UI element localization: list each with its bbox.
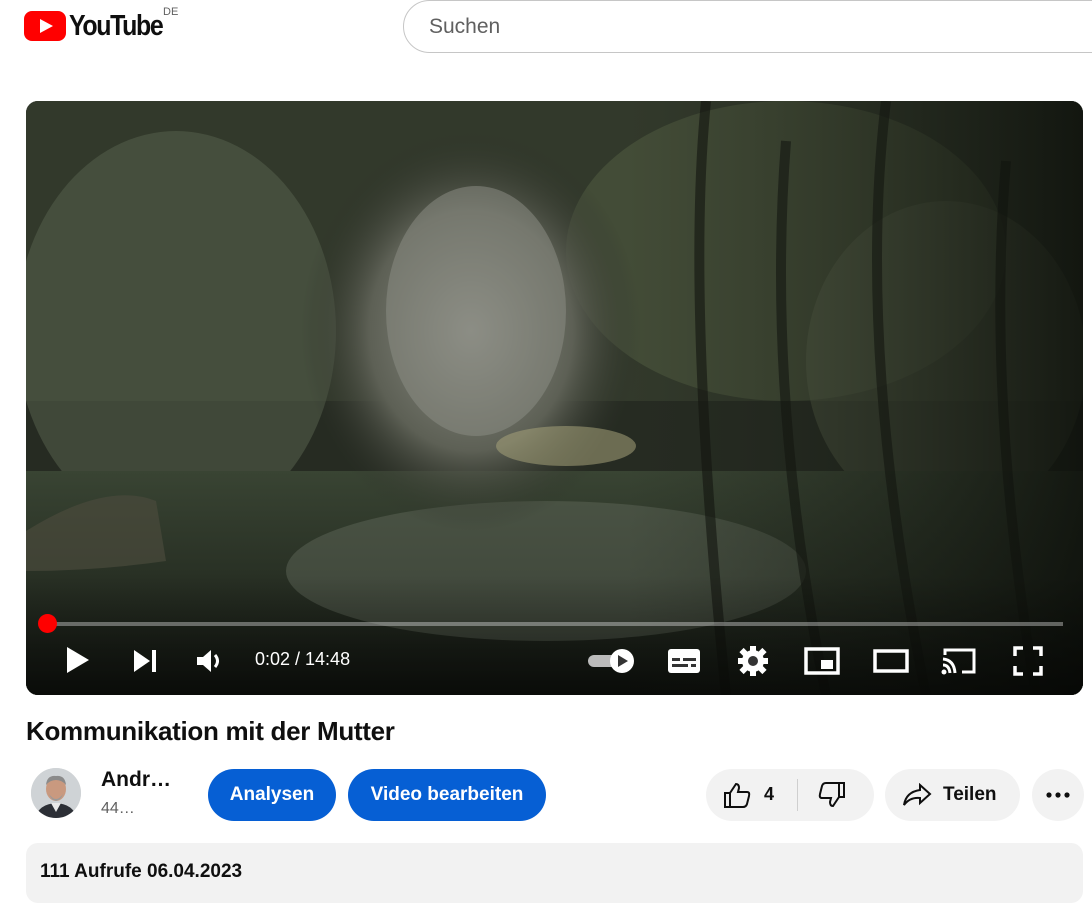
views-and-date: 111 Aufrufe 06.04.2023: [40, 861, 243, 882]
progress-bar[interactable]: [38, 614, 1063, 633]
dislike-button[interactable]: [798, 769, 874, 821]
theater-mode-button[interactable]: [872, 648, 910, 674]
channel-avatar[interactable]: [31, 768, 81, 818]
volume-icon: [197, 650, 219, 672]
description-box[interactable]: 111 Aufrufe 06.04.2023: [26, 843, 1083, 903]
share-button[interactable]: Teilen: [885, 769, 1020, 821]
thumbs-down-icon: [818, 782, 845, 808]
search-box[interactable]: [403, 0, 1092, 53]
settings-button[interactable]: [735, 644, 771, 678]
subtitles-icon: [668, 649, 700, 673]
search-input[interactable]: [427, 14, 1031, 40]
thumbs-up-icon: [724, 782, 751, 808]
miniplayer-icon: [804, 647, 840, 675]
time-display: 0:02 / 14:48: [255, 649, 351, 669]
youtube-play-icon: [24, 11, 66, 41]
logo-text: YouTube: [69, 9, 164, 42]
next-button[interactable]: [129, 646, 161, 676]
fullscreen-icon: [1013, 646, 1043, 676]
avatar-image: [31, 768, 81, 818]
like-button[interactable]: 4: [706, 769, 797, 821]
video-title: Kommunikation mit der Mutter: [26, 716, 395, 746]
share-icon: [903, 783, 932, 806]
play-button[interactable]: [62, 644, 94, 676]
edit-video-button[interactable]: Video bearbeiten: [348, 769, 546, 821]
video-player[interactable]: 0:02 / 14:48: [26, 101, 1083, 695]
subscriber-count: 44…: [101, 800, 135, 817]
like-count: 4: [764, 784, 775, 804]
more-horizontal-icon: [1046, 792, 1070, 798]
gear-icon: [738, 646, 768, 676]
analytics-button[interactable]: Analysen: [208, 769, 336, 821]
cast-icon: [941, 648, 976, 675]
autoplay-toggle[interactable]: [586, 647, 636, 675]
country-code: DE: [163, 6, 179, 18]
like-dislike-group: 4: [706, 769, 874, 821]
miniplayer-button[interactable]: [803, 646, 841, 676]
play-icon: [67, 647, 89, 673]
more-actions-button[interactable]: [1032, 769, 1084, 821]
fullscreen-button[interactable]: [1011, 645, 1045, 677]
channel-name[interactable]: Andr…: [101, 768, 171, 792]
volume-button[interactable]: [194, 646, 228, 676]
theater-mode-icon: [873, 649, 909, 673]
youtube-logo[interactable]: YouTube: [24, 10, 178, 42]
controls-gradient: [26, 575, 1083, 695]
autoplay-toggle-icon: [588, 649, 634, 673]
subtitles-button[interactable]: [666, 646, 702, 676]
share-label: Teilen: [943, 784, 997, 805]
skip-next-icon: [134, 650, 156, 672]
cast-button[interactable]: [940, 646, 978, 676]
